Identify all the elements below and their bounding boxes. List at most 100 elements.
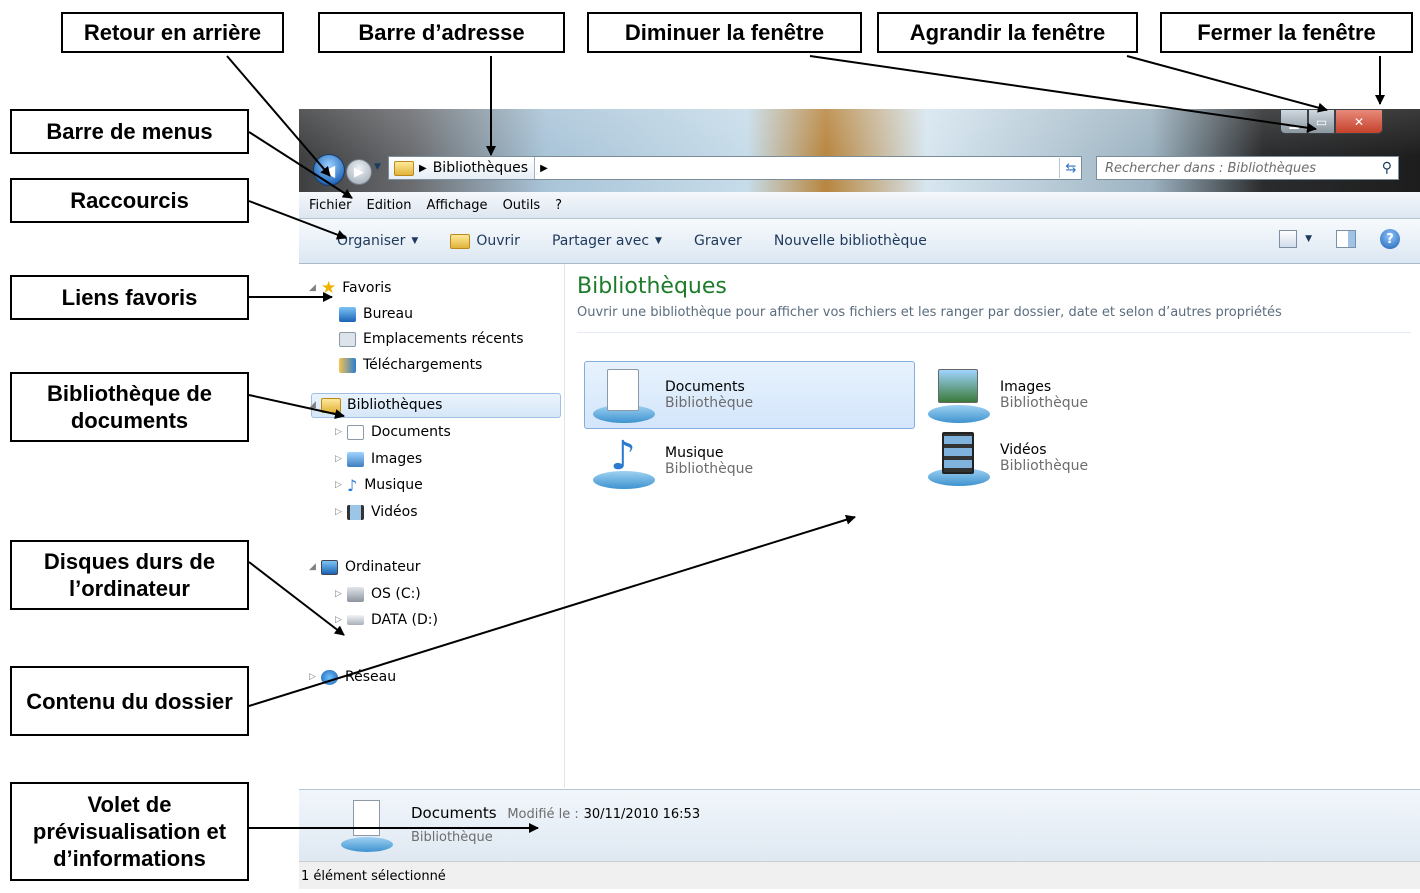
nouvelle-bibliotheque-button[interactable]: Nouvelle bibliothèque xyxy=(774,233,927,249)
expanded-arrow-icon[interactable]: ◢ xyxy=(309,283,321,293)
downloads-icon xyxy=(339,357,356,373)
library-type: Bibliothèque xyxy=(1000,395,1089,411)
close-button[interactable]: ✕ xyxy=(1335,109,1383,134)
back-arrow-icon: ◀ xyxy=(322,160,336,180)
nav-item-musique[interactable]: ▷ ♪ Musique xyxy=(335,472,423,498)
nouvelle-label: Nouvelle bibliothèque xyxy=(773,233,927,249)
command-bar: Organiser ▼ Ouvrir Partager avec ▼ Graver … xyxy=(299,219,1420,264)
annotation-diminuer: Diminuer la fenêtre xyxy=(587,12,862,53)
library-tile-musique-row[interactable] xyxy=(584,526,915,594)
breadcrumb-chevron-icon[interactable]: ▶ xyxy=(540,163,548,174)
forward-button[interactable]: ▶ xyxy=(346,159,372,185)
navigation-pane: ◢ ★ Favoris Bureau Emplacements récents Té… xyxy=(299,264,565,788)
nav-label: Emplacements récents xyxy=(363,331,524,347)
history-dropdown-icon[interactable]: ▼ xyxy=(374,162,381,172)
chevron-down-icon[interactable]: ▼ xyxy=(1305,234,1312,244)
content-title: Bibliothèques xyxy=(577,274,727,299)
nav-item-bibliotheques[interactable]: ◢ Bibliothèques xyxy=(309,392,442,418)
nav-label: Bureau xyxy=(363,306,413,322)
maximize-button[interactable]: ▭ xyxy=(1308,109,1335,134)
minimize-button[interactable]: ▁ xyxy=(1280,109,1308,134)
content-subtitle: Ouvrir une bibliothèque pour afficher vo… xyxy=(577,305,1282,320)
nav-item-documents[interactable]: ▷ Documents xyxy=(335,419,451,445)
back-button[interactable]: ◀ xyxy=(313,154,345,186)
library-type: Bibliothèque xyxy=(665,395,754,411)
address-path: Bibliothèques xyxy=(432,160,529,176)
library-name: Images xyxy=(1000,379,1052,395)
collapsed-arrow-icon[interactable]: ▷ xyxy=(335,615,347,625)
nav-item-images[interactable]: ▷ Images xyxy=(335,446,422,472)
nav-item-os[interactable]: ▷ OS (C:) xyxy=(335,581,421,607)
library-tile-musique-item[interactable]: ♪ Musique Bibliothèque xyxy=(585,427,885,495)
nav-label: Téléchargements xyxy=(363,357,483,373)
nav-label: Réseau xyxy=(345,669,397,685)
search-icon[interactable]: ⚲ xyxy=(1382,160,1392,176)
status-text: 1 élément sélectionné xyxy=(301,868,446,884)
annotation-retour: Retour en arrière xyxy=(61,12,284,53)
collapsed-arrow-icon[interactable]: ▷ xyxy=(335,454,347,464)
documents-library-icon xyxy=(341,800,393,852)
menu-help[interactable]: ? xyxy=(555,198,562,213)
nav-label: OS (C:) xyxy=(371,586,421,602)
address-bar[interactable]: ▶ Bibliothèques ▶ ▼ xyxy=(388,156,1132,180)
expanded-arrow-icon[interactable]: ◢ xyxy=(309,400,321,410)
refresh-button[interactable]: ⇆ xyxy=(1059,158,1082,178)
help-icon[interactable]: ? xyxy=(1380,229,1400,249)
collapsed-arrow-icon[interactable]: ▷ xyxy=(335,589,347,599)
library-tile-documents[interactable]: Documents Bibliothèque xyxy=(584,361,915,429)
nav-label: Ordinateur xyxy=(345,559,421,575)
expanded-arrow-icon[interactable]: ◢ xyxy=(309,562,321,572)
annotation-barre-menus: Barre de menus xyxy=(10,109,249,154)
library-folder-icon xyxy=(394,160,414,176)
chevron-down-icon: ▼ xyxy=(411,236,419,246)
view-options-icon[interactable] xyxy=(1279,230,1298,248)
nav-item-favoris[interactable]: ◢ ★ Favoris xyxy=(309,275,391,301)
address-crumb[interactable]: ▶ Bibliothèques xyxy=(389,157,536,179)
collapsed-arrow-icon[interactable]: ▷ xyxy=(309,672,321,682)
collapsed-arrow-icon[interactable]: ▷ xyxy=(335,507,347,517)
graver-label: Graver xyxy=(693,233,742,249)
music-library-icon: ♪ xyxy=(593,433,655,489)
graver-button[interactable]: Graver xyxy=(694,233,742,249)
nav-item-reseau[interactable]: ▷ Réseau xyxy=(309,664,396,690)
annotation-liens-favoris: Liens favoris xyxy=(10,275,249,320)
menu-edition[interactable]: Edition xyxy=(367,198,412,213)
menu-fichier[interactable]: Fichier xyxy=(309,198,352,213)
breadcrumb-separator-icon: ▶ xyxy=(419,162,427,174)
modified-label: Modifié le : xyxy=(507,807,579,822)
desktop-icon xyxy=(339,306,356,322)
minimize-icon: ▁ xyxy=(1289,114,1299,129)
nav-item-telechargements[interactable]: Téléchargements xyxy=(339,352,482,378)
details-type: Bibliothèque xyxy=(411,830,493,845)
ouvrir-button[interactable]: Ouvrir xyxy=(450,233,520,249)
divider xyxy=(577,332,1411,333)
nav-item-ordinateur[interactable]: ◢ Ordinateur xyxy=(309,554,421,580)
nav-item-data[interactable]: ▷ DATA (D:) xyxy=(335,607,438,633)
details-name: Documents xyxy=(411,804,497,822)
search-input[interactable]: Rechercher dans : Bibliothèques ⚲ xyxy=(1096,156,1399,180)
nav-item-bureau[interactable]: Bureau xyxy=(339,301,413,327)
library-tile-images[interactable]: Images Bibliothèque xyxy=(920,361,1220,429)
preview-pane-icon[interactable] xyxy=(1336,230,1356,248)
library-name: Musique xyxy=(665,445,724,461)
nav-item-videos[interactable]: ▷ Vidéos xyxy=(335,499,418,525)
network-icon xyxy=(321,669,338,685)
organiser-button[interactable]: Organiser ▼ xyxy=(337,233,418,249)
details-title-row: Documents Modifié le : 30/11/2010 16:53 xyxy=(411,804,700,822)
partager-button[interactable]: Partager avec ▼ xyxy=(552,233,662,249)
chevron-down-icon: ▼ xyxy=(655,236,662,246)
nav-label: Vidéos xyxy=(371,504,418,520)
annotation-raccourcis: Raccourcis xyxy=(10,178,249,223)
menu-affichage[interactable]: Affichage xyxy=(426,198,487,213)
library-type: Bibliothèque xyxy=(1000,458,1089,474)
collapsed-arrow-icon[interactable]: ▷ xyxy=(335,427,347,437)
nav-label: Favoris xyxy=(342,280,392,296)
collapsed-arrow-icon[interactable]: ▷ xyxy=(335,480,347,490)
library-tile-videos[interactable]: Vidéos Bibliothèque xyxy=(920,424,1220,492)
menu-outils[interactable]: Outils xyxy=(503,198,541,213)
nav-item-recents[interactable]: Emplacements récents xyxy=(339,326,524,352)
library-type: Bibliothèque xyxy=(665,461,754,477)
content-pane: Bibliothèques Ouvrir une bibliothèque po… xyxy=(565,264,1420,788)
forward-arrow-icon: ▶ xyxy=(354,164,364,180)
details-pane: Documents Modifié le : 30/11/2010 16:53 … xyxy=(299,789,1420,862)
